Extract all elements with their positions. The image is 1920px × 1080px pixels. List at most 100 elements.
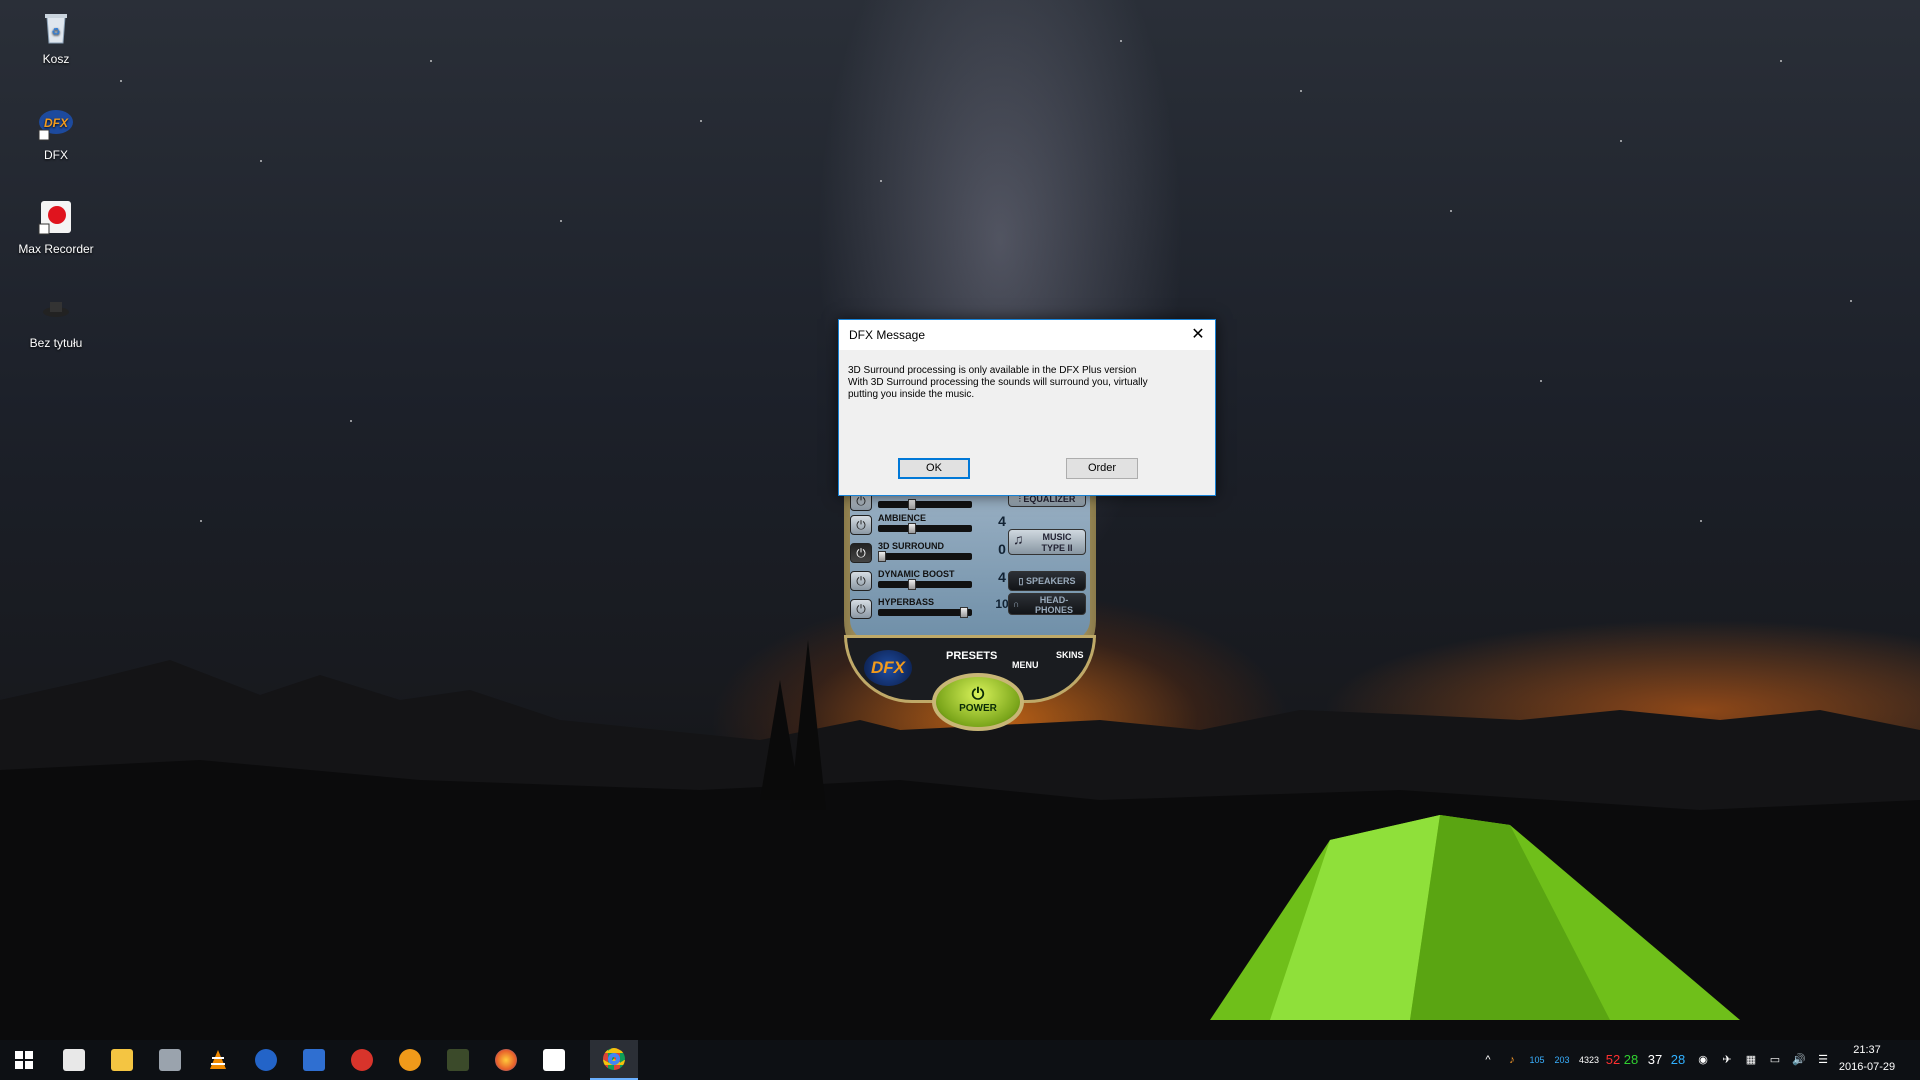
3d-surround-power-button[interactable]: ⏻ — [850, 543, 872, 563]
headphones-icon: ∩ — [1013, 599, 1020, 609]
start-icon — [15, 1051, 33, 1069]
clock[interactable]: 21:37 2016-07-29 — [1838, 1042, 1896, 1076]
save-app-icon — [303, 1049, 325, 1071]
dfx-tray-icon[interactable]: ♪ — [1503, 1040, 1521, 1080]
file-icon — [36, 292, 76, 332]
taskbar-malwarebytes[interactable] — [242, 1040, 290, 1080]
dynamic-boost-slider[interactable] — [878, 579, 972, 590]
order-button[interactable]: Order — [1066, 458, 1138, 479]
speaker-icon: ▯ — [1018, 576, 1026, 586]
slider-row-ambience: ⏻ AMBIENCE — [850, 513, 980, 537]
taskbar-save-app[interactable] — [290, 1040, 338, 1080]
svg-text:DFX: DFX — [44, 116, 69, 130]
malwarebytes-icon — [255, 1049, 277, 1071]
dialog-titlebar[interactable]: DFX Message ✕ — [839, 320, 1215, 350]
presets-button[interactable]: PRESETS — [946, 650, 997, 662]
recycle-bin-icon: ♻ — [36, 8, 76, 48]
max-recorder-icon — [36, 198, 76, 238]
tray-temperature[interactable]: 28 — [1621, 1040, 1641, 1080]
taskbar-tools[interactable] — [146, 1040, 194, 1080]
firefox-icon — [495, 1049, 517, 1071]
clock-date: 2016-07-29 — [1838, 1061, 1896, 1073]
taskbar-movie-maker[interactable] — [50, 1040, 98, 1080]
mail-icon — [543, 1049, 565, 1071]
music-note-icon: ♫ — [1013, 531, 1024, 547]
tray-counter[interactable]: 105 — [1524, 1040, 1550, 1080]
hyperbass-slider[interactable] — [878, 607, 972, 618]
slider-thumb[interactable] — [908, 499, 916, 510]
taskbar-chrome[interactable] — [590, 1040, 638, 1080]
tray-temperature[interactable]: 37 — [1645, 1040, 1665, 1080]
desktop-icon-dfx[interactable]: DFX DFX — [10, 104, 102, 162]
movie-maker-icon — [63, 1049, 85, 1071]
ok-button[interactable]: OK — [898, 458, 970, 479]
slider-label: HYPERBASS — [878, 597, 935, 607]
clock-time: 21:37 — [1853, 1044, 1881, 1056]
headphones-button[interactable]: ∩ HEAD- PHONES — [1008, 593, 1086, 615]
desktop-icon-label: Kosz — [42, 52, 70, 66]
dialog-message-line: putting you inside the music. — [848, 389, 975, 400]
3d-surround-slider[interactable] — [878, 551, 972, 562]
file-explorer-icon — [111, 1049, 133, 1071]
tray-temperature[interactable]: 52 — [1603, 1040, 1623, 1080]
dfx-logo: DFX — [864, 650, 912, 686]
network-icon[interactable]: ▭ — [1764, 1040, 1786, 1080]
slider-thumb[interactable] — [878, 551, 886, 562]
desktop-icon-max-recorder[interactable]: Max Recorder — [10, 198, 102, 256]
slider-thumb[interactable] — [908, 523, 916, 534]
power-button[interactable]: ⏻ POWER — [932, 673, 1024, 731]
slider-label: DYNAMIC BOOST — [878, 569, 955, 579]
desktop-icon-recycle-bin[interactable]: ♻ Kosz — [10, 8, 102, 66]
dialog-message-line: 3D Surround processing is only available… — [848, 365, 1137, 376]
tent-image — [1210, 815, 1740, 1020]
menu-button[interactable]: MENU — [1012, 660, 1039, 670]
ambience-slider[interactable] — [878, 523, 972, 534]
start-button[interactable] — [0, 1040, 48, 1080]
keyboard-icon[interactable]: ▦ — [1740, 1040, 1762, 1080]
skins-button[interactable]: SKINS — [1056, 650, 1084, 660]
chevron-up-icon[interactable]: ^ — [1478, 1040, 1498, 1080]
speakers-button[interactable]: ▯ SPEAKERS — [1008, 571, 1086, 591]
desktop-icon-label: Bez tytułu — [29, 336, 83, 350]
dfx-widget: ⏻ ⏻ AMBIENCE ⏻ 3D SURROUND ⏻ DYNAMIC BOO… — [836, 485, 1104, 740]
ambience-value: 4 — [998, 513, 1006, 529]
taskbar-mail[interactable] — [530, 1040, 578, 1080]
taskbar-file-explorer[interactable] — [98, 1040, 146, 1080]
desktop-icon-bez-tytulu[interactable]: Bez tytułu — [10, 292, 102, 350]
tray-counter[interactable]: 4323 — [1574, 1040, 1604, 1080]
notifications-icon[interactable]: ☰ — [1812, 1040, 1834, 1080]
tray-temperature[interactable]: 28 — [1668, 1040, 1688, 1080]
hyperbass-power-button[interactable]: ⏻ — [850, 599, 872, 619]
taskbar-gps-app[interactable] — [434, 1040, 482, 1080]
dfx-app-icon: DFX — [36, 104, 76, 144]
slider-track[interactable] — [878, 499, 972, 510]
tray-counter[interactable]: 203 — [1549, 1040, 1575, 1080]
taskbar: ^ ♪ 105 203 4323 52 28 37 28 ◉ ✈ ▦ ▭ 🔊 ☰… — [0, 1040, 1920, 1080]
taskbar-vlc[interactable] — [194, 1040, 242, 1080]
volume-icon[interactable]: 🔊 — [1788, 1040, 1810, 1080]
slider-label: AMBIENCE — [878, 513, 927, 523]
desktop-icon-label: DFX — [44, 148, 68, 162]
slider-thumb[interactable] — [908, 579, 916, 590]
taskbar-media-player[interactable] — [386, 1040, 434, 1080]
ccleaner-icon — [351, 1049, 373, 1071]
steam-icon[interactable]: ◉ — [1692, 1040, 1714, 1080]
airplane-icon[interactable]: ✈ — [1716, 1040, 1738, 1080]
taskbar-ccleaner[interactable] — [338, 1040, 386, 1080]
power-icon: ⏻ — [971, 686, 985, 703]
chrome-icon — [603, 1048, 625, 1070]
dialog-message: 3D Surround processing is only available… — [848, 365, 1198, 401]
dfx-message-dialog: DFX Message ✕ 3D Surround processing is … — [838, 319, 1216, 496]
music-type-button[interactable]: ♫ MUSIC TYPE II — [1008, 529, 1086, 555]
media-player-icon — [399, 1049, 421, 1071]
gps-app-icon — [447, 1049, 469, 1071]
slider-row-hyperbass: ⏻ HYPERBASS — [850, 597, 980, 621]
close-icon[interactable]: ✕ — [1181, 320, 1215, 350]
ambience-power-button[interactable]: ⏻ — [850, 515, 872, 535]
slider-row-3d-surround: ⏻ 3D SURROUND — [850, 541, 980, 565]
slider-thumb[interactable] — [960, 607, 968, 618]
dynamic-boost-power-button[interactable]: ⏻ — [850, 571, 872, 591]
taskbar-firefox[interactable] — [482, 1040, 530, 1080]
tools-icon — [159, 1049, 181, 1071]
slider-row-dynamic-boost: ⏻ DYNAMIC BOOST — [850, 569, 980, 593]
